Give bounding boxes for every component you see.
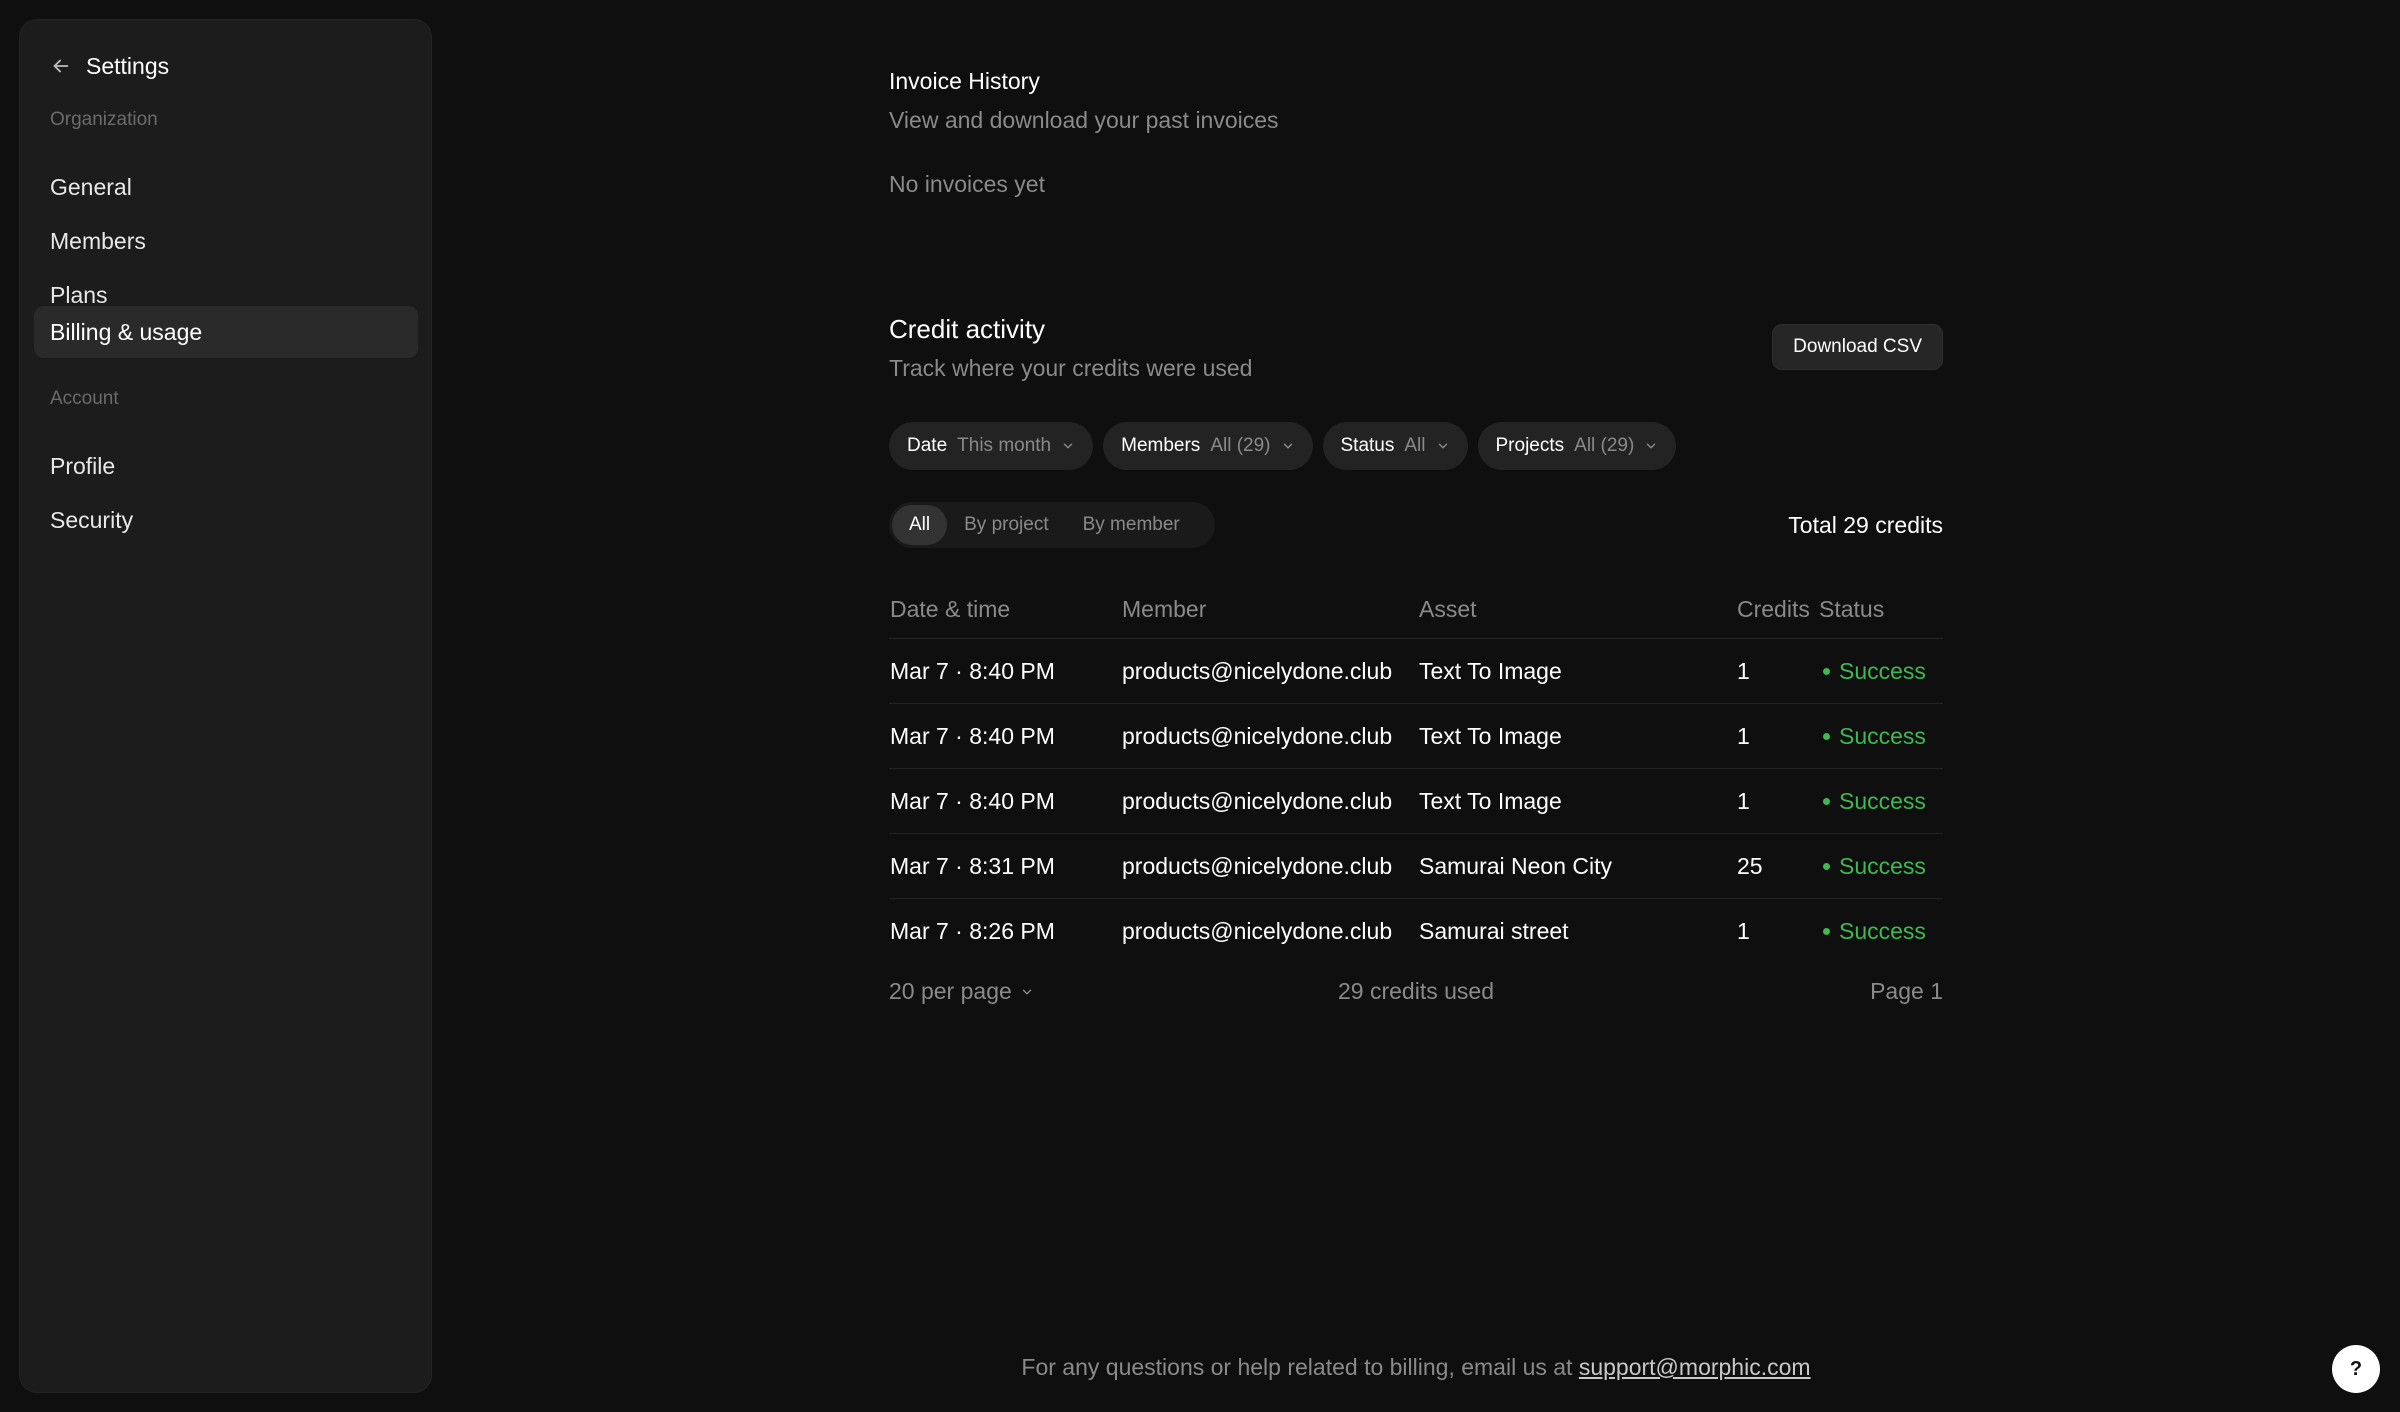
settings-sidebar: Settings Organization General Members Pl…	[19, 19, 432, 1393]
status-badge: Success	[1819, 899, 1926, 964]
cell-asset: Samurai Neon City	[1419, 852, 1613, 879]
sidebar-section-organization: Organization	[50, 109, 158, 130]
filter-status-value: All	[1404, 435, 1426, 456]
cell-asset: Text To Image	[1419, 657, 1562, 684]
per-page-select[interactable]: 20 per page	[889, 978, 1034, 1005]
column-header-status[interactable]: Status	[1819, 580, 1884, 638]
column-header-member[interactable]: Member	[1122, 580, 1206, 638]
filter-projects[interactable]: Projects All (29)	[1477, 422, 1677, 470]
cell-date: Mar 7 · 8:40 PM	[890, 787, 1055, 814]
sidebar-item-profile[interactable]: Profile	[34, 440, 418, 492]
table-header-row: Date & time Member Asset Credits Status	[889, 580, 1943, 639]
tab-by-member[interactable]: By member	[1066, 505, 1197, 545]
sidebar-item-members[interactable]: Members	[34, 215, 418, 267]
status-text: Success	[1839, 722, 1926, 749]
invoice-empty-state: No invoices yet	[889, 171, 1045, 197]
cell-asset: Text To Image	[1419, 787, 1562, 814]
filter-projects-value: All (29)	[1574, 435, 1635, 456]
filter-bar: Date This month Members All (29) Status …	[889, 422, 1677, 470]
sidebar-item-general[interactable]: General	[34, 161, 418, 213]
table-pagination: 29 credits used 20 per page Page 1	[889, 978, 1943, 1012]
download-csv-button[interactable]: Download CSV	[1772, 324, 1943, 370]
cell-asset: Text To Image	[1419, 722, 1562, 749]
table-row[interactable]: Mar 7 · 8:40 PM products@nicelydone.club…	[889, 704, 1943, 769]
page-indicator: Page 1	[1870, 978, 1943, 1004]
invoice-history-subtitle: View and download your past invoices	[889, 107, 1279, 133]
filter-status[interactable]: Status All	[1322, 422, 1468, 470]
credit-activity-title: Credit activity	[889, 314, 1046, 344]
cell-credits: 1	[1737, 657, 1750, 684]
cell-credits: 1	[1737, 787, 1750, 814]
cell-member: products@nicelydone.club	[1122, 852, 1393, 879]
cell-credits: 25	[1737, 852, 1763, 879]
status-dot-icon	[1823, 928, 1830, 935]
invoice-history-title: Invoice History	[889, 68, 1040, 94]
total-credits: Total 29 credits	[1788, 512, 1943, 538]
credit-activity-table: Date & time Member Asset Credits Status …	[889, 580, 1943, 964]
credits-used-summary: 29 credits used	[1338, 978, 1494, 1004]
cell-member: products@nicelydone.club	[1122, 918, 1393, 944]
status-dot-icon	[1823, 797, 1830, 805]
cell-date: Mar 7 · 8:40 PM	[890, 657, 1055, 684]
cell-credits: 1	[1737, 722, 1750, 749]
credit-activity-subtitle: Track where your credits were used	[889, 355, 1253, 381]
sidebar-section-account: Account	[50, 388, 119, 409]
support-email-link[interactable]: support@morphic.com	[1579, 1354, 1811, 1380]
cell-asset: Samurai street	[1419, 918, 1569, 944]
sidebar-item-security[interactable]: Security	[34, 494, 418, 546]
column-header-date[interactable]: Date & time	[890, 580, 1010, 638]
column-header-credits[interactable]: Credits	[1737, 580, 1810, 638]
column-header-asset[interactable]: Asset	[1419, 580, 1477, 638]
chevron-down-icon	[1438, 443, 1447, 449]
status-dot-icon	[1823, 732, 1830, 740]
status-badge: Success	[1819, 834, 1926, 898]
chevron-down-icon	[1063, 443, 1073, 449]
help-button[interactable]: ?	[2332, 1345, 2380, 1393]
cell-member: products@nicelydone.club	[1122, 722, 1393, 749]
cell-date: Mar 7 · 8:26 PM	[890, 918, 1055, 944]
status-badge: Success	[1819, 769, 1926, 833]
cell-member: products@nicelydone.club	[1122, 787, 1393, 814]
billing-main: Invoice History View and download your p…	[889, 0, 1943, 1412]
status-text: Success	[1839, 852, 1926, 879]
chevron-down-icon	[1647, 443, 1656, 449]
sidebar-item-billing-usage[interactable]: Billing & usage	[34, 306, 418, 358]
table-row[interactable]: Mar 7 · 8:31 PM products@nicelydone.club…	[889, 834, 1943, 899]
footer-text: For any questions or help related to bil…	[1021, 1354, 1579, 1380]
tab-by-project[interactable]: By project	[947, 505, 1065, 545]
billing-help-footer: For any questions or help related to bil…	[432, 1354, 2400, 1381]
filter-members-key: Members	[1121, 435, 1201, 456]
filter-members[interactable]: Members All (29)	[1103, 422, 1313, 470]
status-text: Success	[1839, 918, 1926, 944]
chevron-down-icon	[1283, 443, 1292, 449]
cell-date: Mar 7 · 8:40 PM	[890, 722, 1055, 749]
filter-date-value: This month	[957, 435, 1052, 456]
sidebar-title: Settings	[86, 52, 170, 79]
status-dot-icon	[1823, 667, 1830, 675]
filter-status-key: Status	[1340, 435, 1395, 456]
tab-all[interactable]: All	[892, 505, 948, 545]
view-segmented-control: All By project By member	[889, 502, 1215, 548]
table-row[interactable]: Mar 7 · 8:40 PM products@nicelydone.club…	[889, 769, 1943, 834]
filter-date-key: Date	[907, 435, 948, 456]
table-row[interactable]: Mar 7 · 8:40 PM products@nicelydone.club…	[889, 639, 1943, 704]
arrow-left-icon	[53, 59, 69, 73]
table-row[interactable]: Mar 7 · 8:26 PM products@nicelydone.club…	[889, 899, 1943, 964]
back-to-settings[interactable]: Settings	[50, 46, 169, 86]
per-page-label: 20 per page	[889, 978, 1012, 1004]
filter-date[interactable]: Date This month	[889, 422, 1094, 470]
status-text: Success	[1839, 787, 1926, 814]
status-badge: Success	[1819, 704, 1926, 768]
filter-projects-key: Projects	[1495, 435, 1565, 456]
cell-member: products@nicelydone.club	[1122, 657, 1393, 684]
cell-date: Mar 7 · 8:31 PM	[890, 852, 1055, 879]
status-badge: Success	[1819, 639, 1926, 703]
filter-members-value: All (29)	[1210, 435, 1271, 456]
cell-credits: 1	[1737, 918, 1750, 944]
chevron-down-icon	[1022, 989, 1032, 994]
status-dot-icon	[1823, 862, 1830, 870]
status-text: Success	[1839, 657, 1926, 684]
